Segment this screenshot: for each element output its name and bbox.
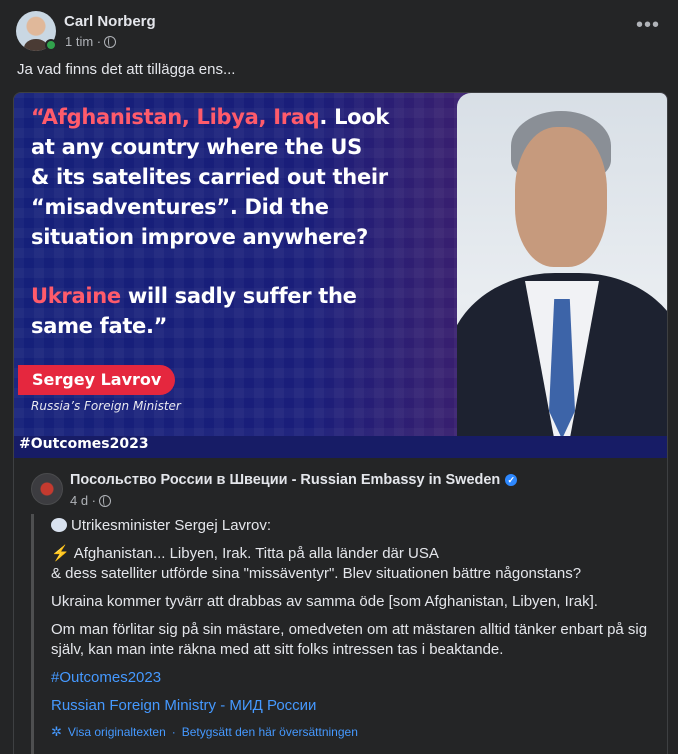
post-text: Ja vad finns det att tillägga ens...	[17, 61, 236, 78]
hashtag-link[interactable]: #Outcomes2023	[51, 669, 161, 686]
quote-line-1: . Look	[319, 105, 390, 129]
paragraph-3: Om man förlitar sig på sin mästare, omed…	[51, 621, 648, 658]
translate-gear-icon[interactable]: ✲	[51, 722, 62, 742]
globe-icon	[99, 494, 112, 507]
quote-line-6: will sadly suffer the	[120, 284, 357, 308]
quote-line-3: & its satelites carried out their	[31, 165, 388, 189]
quote-line-2: at any country where the US	[31, 135, 362, 159]
original-post-meta: 4 d ·	[70, 493, 112, 508]
original-post: Посольство России в Швеции - Russian Emb…	[14, 458, 667, 754]
quote-line-5: situation improve anywhere?	[31, 225, 369, 249]
image-hashtag: #Outcomes2023	[19, 436, 149, 452]
intro-line: Utrikesminister Sergej Lavrov:	[51, 516, 651, 536]
online-status-icon	[45, 39, 57, 51]
paragraph-2: Ukraina kommer tyvärr att drabbas av sam…	[51, 593, 598, 610]
speech-bubble-icon	[51, 518, 67, 532]
see-original-link[interactable]: Visa originaltexten	[68, 722, 166, 742]
more-options-button[interactable]: •••	[634, 15, 662, 39]
speaker-name-badge: Sergey Lavrov	[18, 365, 176, 395]
embassy-name-text[interactable]: Посольство России в Швеции - Russian Emb…	[70, 472, 500, 488]
globe-icon	[104, 35, 117, 48]
quote-line-4: “misadventures”. Did the	[31, 195, 329, 219]
paragraph-1: ⚡ Afghanistan... Libyen, Irak. Titta på a…	[51, 544, 651, 584]
verified-badge-icon: ✓	[505, 474, 518, 486]
quote-highlight-countries: “Afghanistan, Libya, Iraq	[31, 105, 320, 129]
original-post-time[interactable]: 4 d ·	[70, 493, 96, 508]
embassy-page-name[interactable]: Посольство России в Швеции - Russian Emb…	[70, 472, 518, 488]
separator-dot: ·	[171, 725, 176, 739]
speaker-portrait	[457, 93, 667, 436]
image-quote: “Afghanistan, Libya, Iraq. Look at any c…	[31, 102, 451, 341]
post-meta: 1 tim ·	[65, 34, 117, 49]
quote-highlight-ukraine: Ukraine	[31, 284, 121, 308]
author-name[interactable]: Carl Norberg	[64, 13, 156, 30]
intro-text: Utrikesminister Sergej Lavrov:	[71, 517, 272, 534]
quote-line-7: same fate.”	[31, 314, 168, 338]
portrait-face	[515, 127, 607, 267]
lightning-icon: ⚡	[51, 545, 70, 562]
embassy-avatar[interactable]	[31, 473, 63, 505]
ministry-link[interactable]: Russian Foreign Ministry - МИД России	[51, 697, 316, 714]
shared-image[interactable]: “Afghanistan, Libya, Iraq. Look at any c…	[14, 93, 667, 458]
post-time[interactable]: 1 tim ·	[65, 34, 101, 49]
translation-row: ✲ Visa originaltexten · Betygsätt den hä…	[51, 722, 651, 742]
shared-post-card[interactable]: “Afghanistan, Libya, Iraq. Look at any c…	[13, 92, 668, 754]
paragraph-1-line-1: Afghanistan... Libyen, Irak. Titta på al…	[73, 545, 439, 562]
original-post-body: Utrikesminister Sergej Lavrov: ⚡ Afghanis…	[31, 514, 651, 754]
rate-translation-link[interactable]: Betygsätt den här översättningen	[182, 722, 358, 742]
speaker-title: Russia’s Foreign Minister	[31, 399, 181, 413]
post-header: Carl Norberg 1 tim · •••	[16, 11, 662, 51]
paragraph-1-line-2: & dess satelliter utförde sina "missäven…	[51, 565, 582, 582]
